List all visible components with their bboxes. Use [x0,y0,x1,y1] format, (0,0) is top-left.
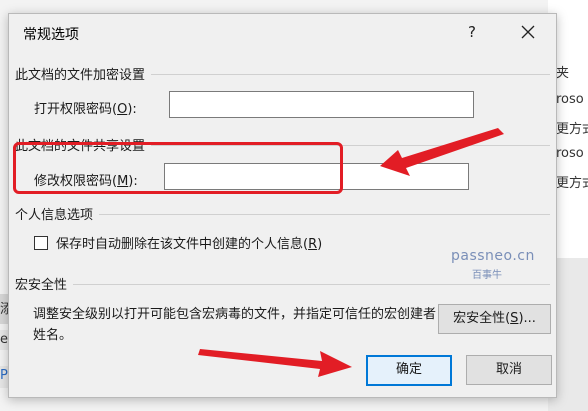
close-icon [521,25,535,39]
open-password-label: 打开权限密码(O): [34,102,137,117]
bg-text: roso [556,146,584,161]
macro-description: 调整安全级别以打开可能包含宏病毒的文件，并指定可信任的宏创建者姓名。 [33,307,437,343]
personal-section-heading: 个人信息选项 [15,204,100,223]
remove-personal-info-checkbox[interactable] [34,236,48,250]
close-button[interactable] [515,20,541,44]
bg-text: P [0,368,8,383]
cancel-button[interactable]: 取消 [466,355,552,385]
macro-section-heading: 宏安全性 [15,274,74,293]
help-button[interactable]: ? [461,20,483,44]
dialog-title: 常规选项 [23,27,79,43]
highlight-box [13,142,343,194]
watermark-site: passneo.cn [451,248,535,264]
bg-text: 更方式 [556,122,588,137]
macro-security-button[interactable]: 宏安全性(S)... [438,304,551,334]
watermark-brand: 百事牛 [472,270,502,281]
arrow-annotation-upper [380,128,504,176]
ok-button[interactable]: 确定 [366,355,452,386]
encrypt-section-heading: 此文档的文件加密设置 [15,64,152,83]
remove-personal-info-label[interactable]: 保存时自动删除在该文件中创建的个人信息(R) [56,233,322,252]
bg-text: 更方式 [556,176,588,191]
section-divider [15,284,550,285]
open-password-field[interactable] [169,91,474,118]
general-options-dialog: 常规选项 ? 此文档的文件加密设置 打开权限密码(O): 此文档的文件共享设置 … [8,13,557,398]
bg-text: 夹 [556,66,570,81]
bg-text: roso [556,92,584,107]
arrow-annotation-lower [198,349,352,377]
